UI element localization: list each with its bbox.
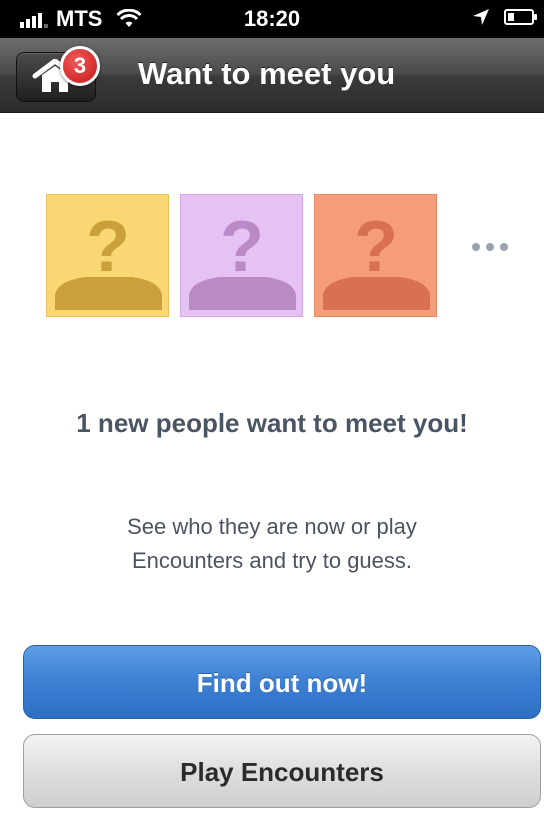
navigation-bar: 3 Want to meet you xyxy=(0,38,544,113)
description-line-1: See who they are now or play xyxy=(127,514,417,539)
svg-text:?: ? xyxy=(86,207,130,287)
play-encounters-button[interactable]: Play Encounters xyxy=(23,734,541,808)
mystery-person-tile[interactable]: ? xyxy=(46,194,169,317)
mystery-people-row: ? ? ? xyxy=(46,194,437,317)
description: See who they are now or play Encounters … xyxy=(0,510,544,578)
status-time: 18:20 xyxy=(243,6,301,31)
unknown-person-icon: ? xyxy=(323,207,430,310)
unknown-person-icon: ? xyxy=(189,207,296,310)
mystery-person-tile[interactable]: ? xyxy=(314,194,437,317)
description-line-2: Encounters and try to guess. xyxy=(131,548,413,573)
status-bar: MTS 18:20 xyxy=(0,0,544,38)
unknown-person-icon: ? xyxy=(55,207,162,310)
svg-text:?: ? xyxy=(354,207,398,287)
location-arrow-icon xyxy=(473,9,489,25)
more-dots-icon xyxy=(472,243,508,251)
notification-badge: 3 xyxy=(60,46,100,86)
status-right xyxy=(472,8,537,26)
svg-text:?: ? xyxy=(220,207,264,287)
screen: MTS 18:20 3 Want to meet you ? ? ? 1 new… xyxy=(0,0,544,818)
battery-icon xyxy=(504,9,537,25)
headline: 1 new people want to meet you! xyxy=(76,408,468,438)
find-out-now-button[interactable]: Find out now! xyxy=(23,645,541,719)
page-title: Want to meet you xyxy=(138,56,396,91)
mystery-person-tile[interactable]: ? xyxy=(180,194,303,317)
